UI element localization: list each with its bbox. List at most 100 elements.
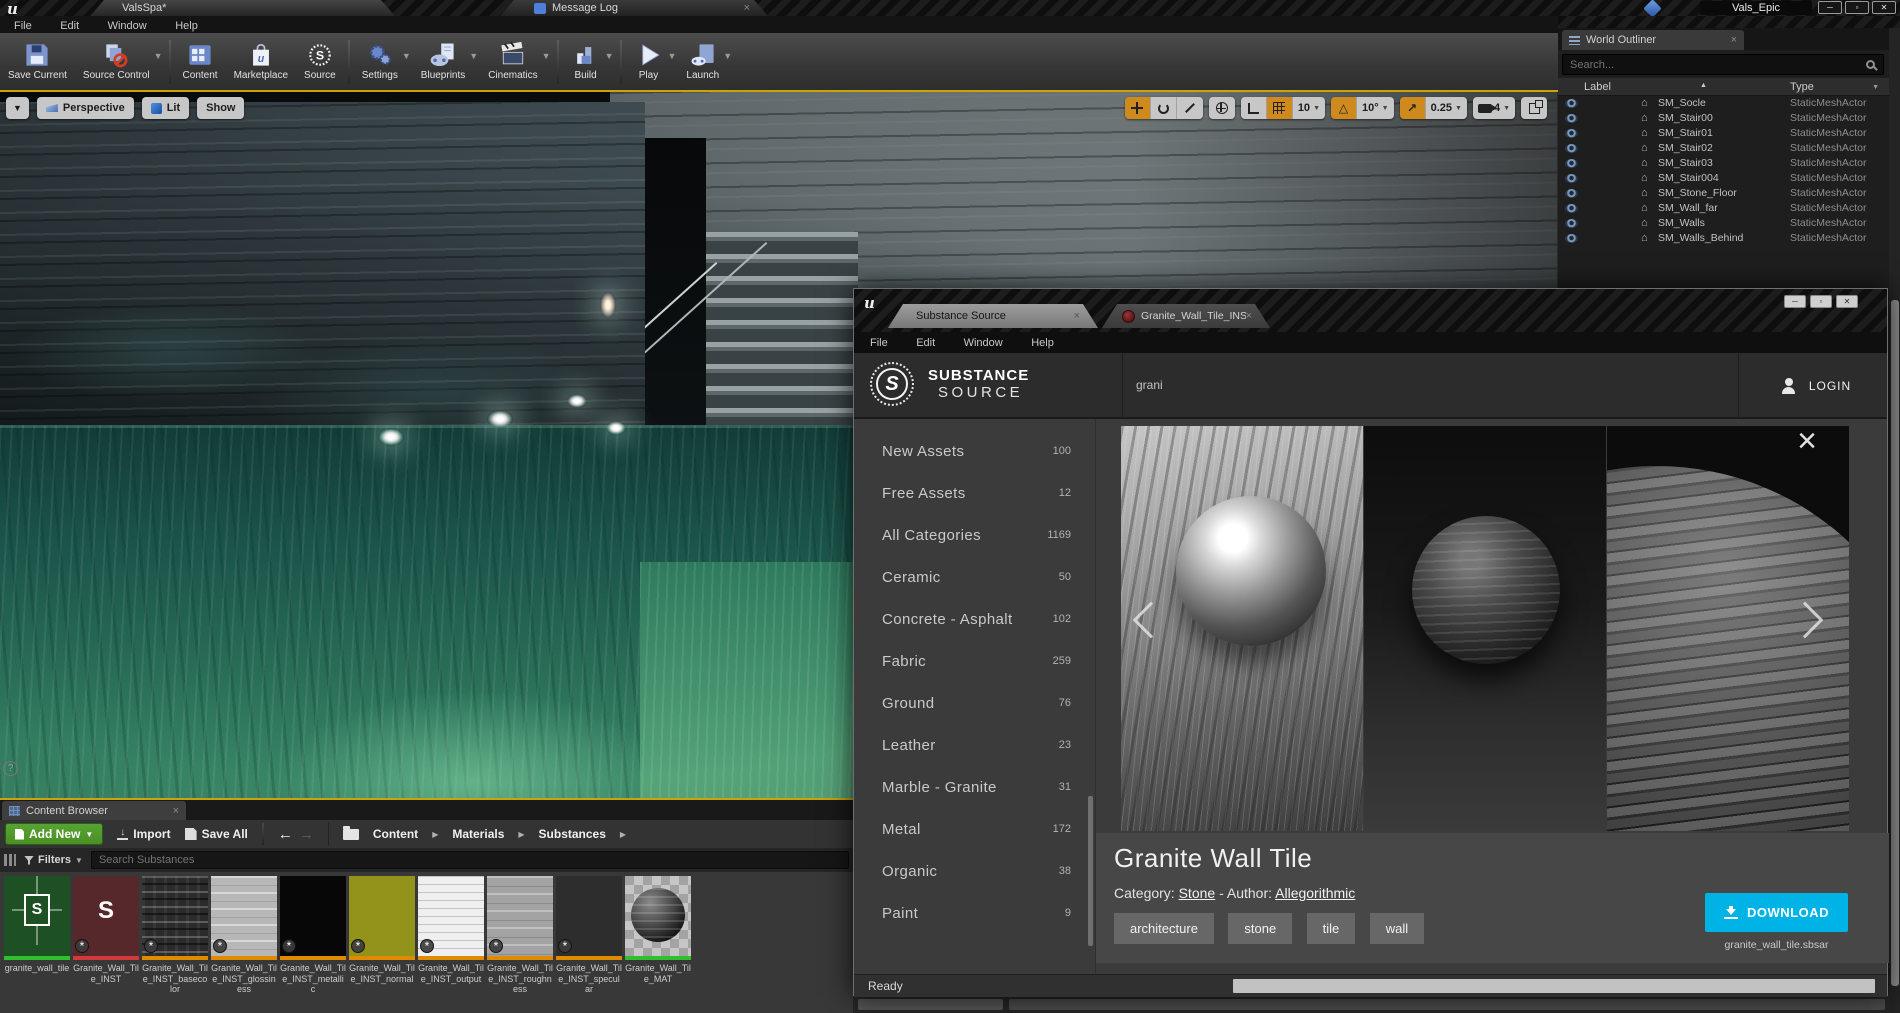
- menu-edit[interactable]: Edit: [904, 332, 947, 354]
- scale-snap-toggle[interactable]: ↗: [1400, 97, 1426, 119]
- category-organic[interactable]: Organic38: [882, 861, 1071, 881]
- scale-snap-value[interactable]: 0.25▼: [1426, 97, 1467, 119]
- category-ceramic[interactable]: Ceramic50: [882, 567, 1071, 587]
- cinematics-button[interactable]: Cinematics: [480, 34, 545, 90]
- tag-tile[interactable]: tile: [1307, 913, 1356, 944]
- breadcrumb-substances[interactable]: Substances: [539, 827, 606, 841]
- tag-architecture[interactable]: architecture: [1114, 913, 1214, 944]
- surface-snap-button[interactable]: [1241, 97, 1267, 119]
- filters-button[interactable]: Filters ▼: [24, 854, 83, 866]
- preview-image-sphere[interactable]: [1364, 426, 1606, 831]
- close-button[interactable]: ✕: [1836, 295, 1858, 308]
- restore-button[interactable]: ▫: [1845, 1, 1869, 14]
- tab-message-log[interactable]: Message Log ×: [500, 0, 768, 16]
- visibility-eye-icon[interactable]: [1565, 129, 1578, 138]
- rotation-snap-toggle[interactable]: △: [1331, 97, 1357, 119]
- outliner-row[interactable]: ⌂SM_WallsStaticMeshActor: [1558, 216, 1889, 231]
- close-icon[interactable]: ×: [1246, 310, 1252, 322]
- outliner-search-input[interactable]: [1563, 59, 1866, 71]
- column-header-label[interactable]: Label: [1584, 81, 1611, 93]
- save-all-button[interactable]: Save All: [185, 827, 248, 841]
- category-new-assets[interactable]: New Assets100: [882, 441, 1071, 461]
- category-fabric[interactable]: Fabric259: [882, 651, 1071, 671]
- close-icon[interactable]: ×: [744, 2, 750, 14]
- launch-button[interactable]: Launch: [678, 34, 727, 90]
- back-arrow-button[interactable]: ←: [278, 826, 293, 843]
- viewport-help-button[interactable]: ?: [3, 761, 18, 776]
- visibility-eye-icon[interactable]: [1565, 114, 1578, 123]
- source-button[interactable]: S Source: [296, 34, 344, 90]
- category-concrete-asphalt[interactable]: Concrete - Asphalt102: [882, 609, 1071, 629]
- breadcrumb-materials[interactable]: Materials: [452, 827, 504, 841]
- close-icon[interactable]: ×: [173, 805, 179, 817]
- visibility-eye-icon[interactable]: [1565, 234, 1578, 243]
- category-metal[interactable]: Metal172: [882, 819, 1071, 839]
- breadcrumb-arrow-icon[interactable]: ▶: [620, 830, 626, 839]
- settings-button[interactable]: Settings: [354, 34, 406, 90]
- outliner-row[interactable]: ⌂SM_Walls_BehindStaticMeshActor: [1558, 231, 1889, 246]
- tab-valsspa[interactable]: ValsSpa*: [90, 0, 395, 16]
- sidebar-scrollbar-thumb[interactable]: [1088, 796, 1093, 946]
- show-button[interactable]: Show: [197, 97, 244, 119]
- visibility-eye-icon[interactable]: [1565, 204, 1578, 213]
- blueprints-button[interactable]: Blueprints: [413, 34, 473, 90]
- asset-tile[interactable]: * Granite_Wall_Tile_INST_normal: [349, 876, 415, 984]
- move-tool-button[interactable]: [1125, 97, 1151, 119]
- restore-button[interactable]: ▫: [1810, 295, 1832, 308]
- play-button[interactable]: Play: [626, 34, 672, 90]
- visibility-eye-icon[interactable]: [1565, 99, 1578, 108]
- category-paint[interactable]: Paint9: [882, 903, 1071, 923]
- category-ground[interactable]: Ground76: [882, 693, 1071, 713]
- lit-mode-button[interactable]: Lit: [142, 97, 189, 119]
- outliner-scrollbar-track[interactable]: [1889, 28, 1900, 1013]
- asset-search-input[interactable]: [91, 851, 849, 869]
- close-detail-icon[interactable]: ×: [1792, 427, 1822, 457]
- minimize-button[interactable]: ─: [1818, 1, 1842, 14]
- asset-tile[interactable]: * Granite_Wall_Tile_INST_roughness: [487, 876, 553, 995]
- visibility-eye-icon[interactable]: [1565, 189, 1578, 198]
- category-free-assets[interactable]: Free Assets12: [882, 483, 1071, 503]
- asset-tile[interactable]: * Granite_Wall_Tile_INST_metallic: [280, 876, 346, 995]
- build-button[interactable]: Build: [563, 34, 609, 90]
- scale-tool-button[interactable]: [1177, 97, 1203, 119]
- rotation-snap-value[interactable]: 10°▼: [1357, 97, 1394, 119]
- download-button[interactable]: DOWNLOAD: [1705, 893, 1848, 932]
- world-outliner-tab[interactable]: World Outliner ×: [1562, 30, 1744, 50]
- sort-ascending-icon[interactable]: ▲: [1700, 82, 1707, 89]
- substance-window-titlebar[interactable]: u Substance Source × Granite_Wall_Tile_I…: [854, 289, 1887, 332]
- forward-arrow-button[interactable]: →: [299, 826, 314, 843]
- asset-tile[interactable]: * Granite_Wall_Tile_INST_glossiness: [211, 876, 277, 995]
- asset-tile[interactable]: S * Granite_Wall_Tile_INST: [73, 876, 139, 984]
- marketplace-button[interactable]: u Marketplace: [226, 34, 296, 90]
- column-header-type[interactable]: Type: [1790, 81, 1814, 93]
- outliner-scrollbar-thumb[interactable]: [1891, 300, 1899, 986]
- sources-panel-icon[interactable]: [4, 854, 16, 866]
- visibility-eye-icon[interactable]: [1565, 219, 1578, 228]
- category-all-categories[interactable]: All Categories1169: [882, 525, 1071, 545]
- outliner-row[interactable]: ⌂SM_Wall_farStaticMeshActor: [1558, 201, 1889, 216]
- outliner-row[interactable]: ⌂SM_Stair03StaticMeshActor: [1558, 156, 1889, 171]
- chevron-down-icon[interactable]: ▼: [1872, 84, 1879, 91]
- horizontal-scrollbar-thumb[interactable]: [1233, 979, 1875, 993]
- substance-search-input[interactable]: [1136, 371, 1726, 399]
- category-leather[interactable]: Leather23: [882, 735, 1071, 755]
- visibility-eye-icon[interactable]: [1565, 159, 1578, 168]
- menu-file[interactable]: File: [858, 332, 900, 354]
- minimize-button[interactable]: ─: [1784, 295, 1806, 308]
- asset-tile[interactable]: * Granite_Wall_Tile_INST_basecolor: [142, 876, 208, 995]
- account-name-field[interactable]: Vals_Epic: [1700, 1, 1812, 15]
- maximize-viewport-button[interactable]: [1521, 97, 1547, 119]
- close-button[interactable]: ✕: [1872, 1, 1896, 14]
- outliner-row[interactable]: ⌂SM_Stair00StaticMeshActor: [1558, 111, 1889, 126]
- source-control-button[interactable]: Source Control: [75, 34, 158, 90]
- tab-substance-source[interactable]: Substance Source ×: [888, 304, 1098, 328]
- tag-stone[interactable]: stone: [1228, 913, 1292, 944]
- asset-tile[interactable]: * Granite_Wall_Tile_INST_output: [418, 876, 484, 984]
- visibility-eye-icon[interactable]: [1565, 174, 1578, 183]
- author-link[interactable]: Allegorithmic: [1275, 885, 1355, 901]
- import-button[interactable]: ↓Import: [117, 827, 170, 841]
- save-current-button[interactable]: Save Current: [0, 34, 75, 90]
- grid-snap-toggle[interactable]: [1267, 97, 1293, 119]
- outliner-row[interactable]: ⌂SM_Stair004StaticMeshActor: [1558, 171, 1889, 186]
- content-browser-tab[interactable]: Content Browser ×: [2, 801, 186, 820]
